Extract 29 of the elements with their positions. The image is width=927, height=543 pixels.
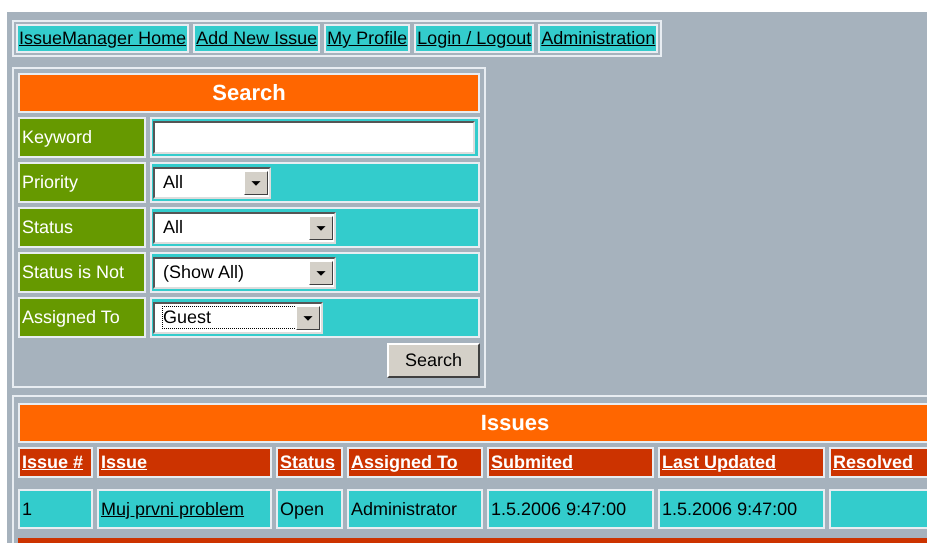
dropdown[interactable]: All (153, 212, 336, 244)
column-header[interactable]: Issue (97, 447, 272, 478)
dropdown[interactable]: All (153, 166, 271, 198)
column-header[interactable]: Last Updated (658, 447, 825, 478)
table-cell: Open (276, 489, 343, 529)
issues-header: Issues (18, 403, 927, 443)
column-header[interactable]: Submited (487, 447, 654, 478)
table-cell: Administrator (347, 489, 483, 529)
search-header: Search (18, 73, 480, 113)
field-label: Status (18, 207, 146, 248)
field-label: Priority (18, 162, 146, 203)
column-header[interactable]: Status (276, 447, 343, 478)
nav-link[interactable]: IssueManager Home (16, 24, 190, 53)
search-button[interactable]: Search (386, 343, 480, 378)
field-label: Status is Not (18, 252, 146, 293)
column-header[interactable]: Assigned To (347, 447, 483, 478)
table-cell: 1 (18, 489, 93, 529)
table-cell: 1.5.2006 9:47:00 (658, 489, 825, 529)
nav-link[interactable]: Login / Logout (414, 24, 534, 53)
dropdown[interactable]: (Show All) (153, 256, 336, 288)
nav-link[interactable]: Add New Issue (193, 24, 320, 53)
column-header[interactable]: Issue # (18, 447, 93, 478)
column-header[interactable]: Resolved (829, 447, 927, 478)
dropdown[interactable]: Guest (153, 302, 323, 334)
field-label: Assigned To (18, 297, 146, 338)
field-label: Keyword (18, 117, 146, 158)
nav-link[interactable]: Administration (538, 24, 658, 53)
table-cell: 1.5.2006 9:47:00 (487, 489, 654, 529)
nav-link[interactable]: My Profile (324, 24, 410, 53)
